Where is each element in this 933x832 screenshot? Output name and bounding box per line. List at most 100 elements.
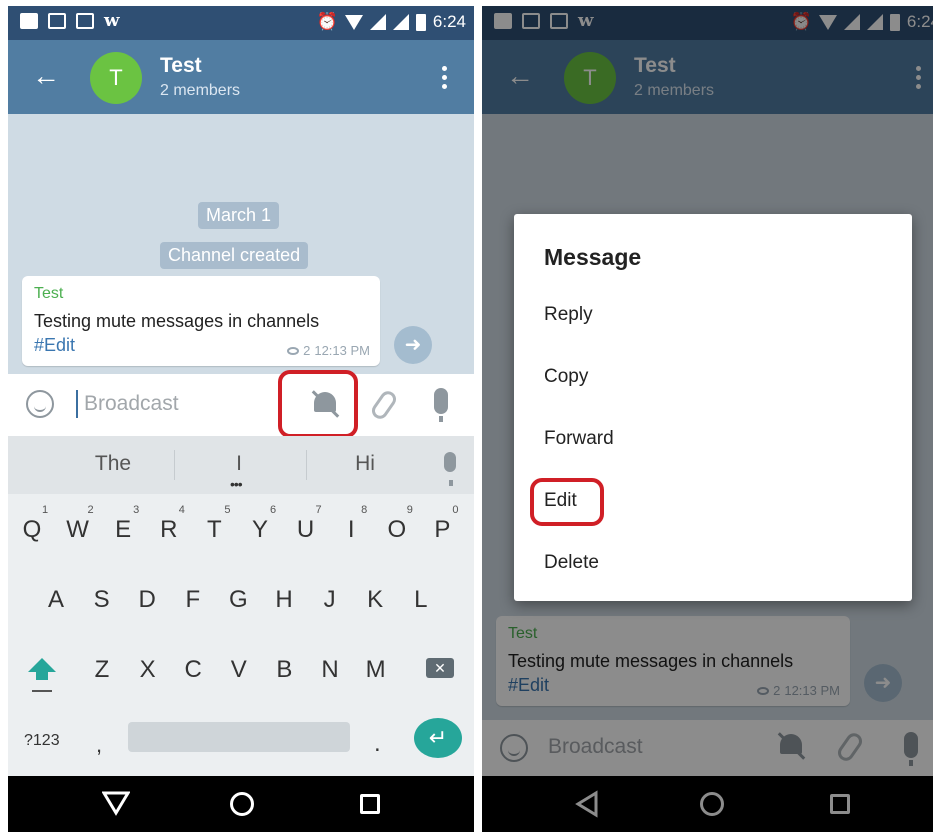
- wifi-icon: [344, 14, 363, 30]
- key-hint-7: 7: [315, 504, 322, 516]
- key-c[interactable]: C: [173, 656, 213, 684]
- key-x[interactable]: X: [128, 656, 168, 684]
- service-message: Channel created: [160, 242, 309, 269]
- right-screen: w ⏰ 6:24 ← T Test 2 members Test Testing…: [482, 6, 933, 832]
- keyboard-mic-icon[interactable]: [444, 452, 456, 486]
- key-hint-6: 6: [269, 504, 277, 516]
- message-input-bar: Broadcast: [8, 370, 474, 438]
- key-e[interactable]: E: [103, 516, 143, 544]
- date-label: March 1: [198, 202, 280, 229]
- message-bubble[interactable]: Test Testing mute messages in channels #…: [22, 276, 380, 366]
- enter-icon[interactable]: ↵: [414, 718, 462, 758]
- message-views: 2: [303, 343, 311, 358]
- app-notification-icon: w: [104, 10, 120, 31]
- chat-area: March 1 Channel created Test Testing mut…: [8, 114, 474, 374]
- key-i[interactable]: I: [331, 516, 371, 544]
- key-t[interactable]: T: [194, 516, 234, 544]
- shift-icon-underline: [32, 690, 52, 692]
- image-notification-icon: [48, 13, 66, 29]
- suggestion-3[interactable]: Hi: [310, 452, 420, 476]
- left-screen: w ⏰ 6:24 ← T Test 2 members March 1 Chan…: [8, 6, 474, 832]
- paperclip-icon[interactable]: [368, 388, 400, 422]
- key-r[interactable]: R: [149, 516, 189, 544]
- key-k[interactable]: K: [355, 586, 395, 614]
- message-hashtag[interactable]: #Edit: [34, 335, 75, 356]
- key-f[interactable]: F: [173, 586, 213, 614]
- shift-icon-stem: [36, 672, 48, 680]
- symbols-key[interactable]: ?123: [24, 732, 60, 750]
- backspace-icon[interactable]: ✕: [426, 658, 454, 678]
- key-hint-1: 1: [41, 504, 49, 516]
- back-arrow-icon[interactable]: ←: [32, 62, 60, 90]
- key-u[interactable]: U: [286, 516, 326, 544]
- text-caret: [76, 390, 78, 418]
- comma-key[interactable]: ,: [96, 732, 102, 758]
- key-n[interactable]: N: [310, 656, 350, 684]
- message-sender: Test: [34, 285, 64, 302]
- notification-icons: w: [20, 10, 120, 31]
- avatar[interactable]: T: [90, 52, 142, 104]
- shift-icon[interactable]: [28, 658, 56, 672]
- key-d[interactable]: D: [127, 586, 167, 614]
- microphone-icon[interactable]: [434, 388, 448, 422]
- period-key[interactable]: .: [374, 730, 381, 758]
- emoji-icon[interactable]: [26, 390, 54, 418]
- app-bar: ← T Test 2 members: [8, 40, 474, 114]
- dialog-title: Message: [544, 244, 642, 270]
- message-context-menu: Message Reply Copy Forward Edit Delete: [514, 214, 912, 601]
- more-vertical-icon[interactable]: [442, 66, 448, 89]
- key-v[interactable]: V: [219, 656, 259, 684]
- eye-icon: [287, 346, 300, 355]
- key-j[interactable]: J: [310, 586, 350, 614]
- key-hint-9: 9: [406, 504, 413, 516]
- mail-notification-icon: [76, 13, 94, 29]
- chat-subtitle: 2 members: [160, 82, 241, 99]
- key-l[interactable]: L: [401, 586, 441, 614]
- battery-icon: [415, 13, 426, 31]
- nav-recent-icon[interactable]: [360, 794, 380, 814]
- nav-back-icon[interactable]: [102, 790, 130, 816]
- key-hint-0: 0: [452, 504, 459, 516]
- key-hint-3: 3: [133, 504, 140, 516]
- status-bar: w ⏰ 6:24: [8, 6, 474, 40]
- key-w[interactable]: W: [58, 516, 98, 544]
- key-q[interactable]: Q: [12, 516, 52, 544]
- key-hint-2: 2: [87, 504, 94, 516]
- menu-item-delete[interactable]: Delete: [544, 552, 599, 574]
- key-s[interactable]: S: [82, 586, 122, 614]
- keyboard: The I ••• Hi Q1W2E3R4T5Y6U7I8O9P0ASDFGHJ…: [8, 436, 474, 776]
- key-m[interactable]: M: [356, 656, 396, 684]
- suggestion-2[interactable]: I: [184, 452, 294, 476]
- space-key[interactable]: [128, 722, 350, 752]
- nav-home-icon[interactable]: [230, 792, 254, 816]
- suggestion-divider: [174, 450, 175, 480]
- signal-icon: [369, 14, 386, 30]
- menu-item-reply[interactable]: Reply: [544, 304, 593, 326]
- suggestion-strip: The I ••• Hi: [8, 436, 474, 494]
- chat-title[interactable]: Test: [160, 54, 202, 78]
- message-time: 12:13 PM: [314, 343, 370, 358]
- key-y[interactable]: Y: [240, 516, 280, 544]
- key-g[interactable]: G: [218, 586, 258, 614]
- menu-item-forward[interactable]: Forward: [544, 428, 614, 450]
- menu-item-copy[interactable]: Copy: [544, 366, 588, 388]
- message-input[interactable]: Broadcast: [84, 392, 179, 416]
- key-o[interactable]: O: [377, 516, 417, 544]
- status-time: 6:24: [432, 12, 466, 31]
- key-p[interactable]: P: [422, 516, 462, 544]
- key-z[interactable]: Z: [82, 656, 122, 684]
- key-hint-4: 4: [178, 504, 185, 516]
- suggestion-1[interactable]: The: [58, 452, 168, 476]
- message-text: Testing mute messages in channels: [34, 311, 320, 331]
- key-a[interactable]: A: [36, 586, 76, 614]
- key-hint-5: 5: [224, 504, 231, 516]
- more-suggestions-icon[interactable]: •••: [230, 476, 243, 492]
- key-h[interactable]: H: [264, 586, 304, 614]
- key-b[interactable]: B: [264, 656, 304, 684]
- share-arrow-icon[interactable]: ➜: [394, 326, 432, 364]
- key-hint-8: 8: [361, 504, 368, 516]
- navigation-bar: [8, 776, 474, 832]
- message-meta: 2 12:13 PM: [287, 343, 370, 358]
- system-icons: ⏰ 6:24: [317, 12, 466, 32]
- alarm-icon: ⏰: [316, 12, 338, 31]
